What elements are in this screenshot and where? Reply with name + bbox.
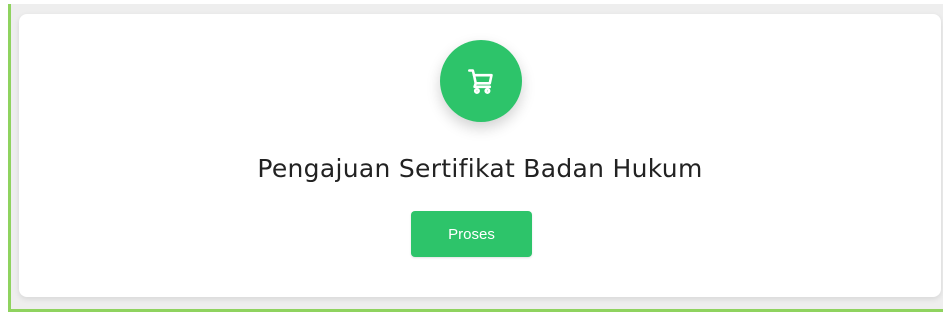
service-card: Pengajuan Sertifikat Badan Hukum Proses: [19, 14, 941, 297]
shopping-cart-icon: [468, 69, 493, 94]
card-title: Pengajuan Sertifikat Badan Hukum: [257, 154, 703, 183]
cart-icon-badge: [440, 40, 522, 122]
proses-button[interactable]: Proses: [411, 211, 532, 257]
